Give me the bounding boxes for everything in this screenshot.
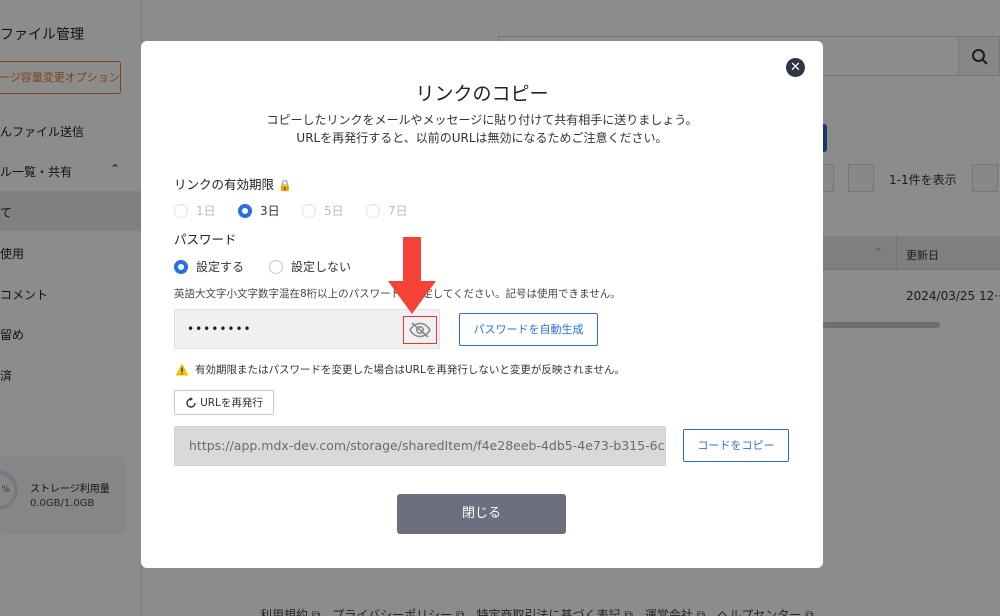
warning-message: 有効期限またはパスワードを変更した場合はURLを再発行しないと変更が反映されませ… bbox=[175, 362, 625, 377]
dialog-title: リンクのコピー bbox=[415, 83, 549, 105]
eye-off-icon bbox=[409, 322, 431, 338]
copy-code-button[interactable]: コードをコピー bbox=[683, 429, 789, 462]
password-label: パスワード bbox=[174, 232, 237, 247]
toggle-password-visibility-button[interactable] bbox=[403, 316, 437, 344]
password-value: •••••••• bbox=[187, 322, 252, 336]
expiry-label: リンクの有効期限 🔒 bbox=[174, 177, 292, 192]
dialog-description: コピーしたリンクをメールやメッセージに貼り付けて共有相手に送りましょう。 URL… bbox=[266, 113, 698, 145]
autogen-password-button[interactable]: パスワードを自動生成 bbox=[459, 313, 598, 346]
expiry-option-7day[interactable]: 7日 bbox=[366, 202, 408, 219]
link-copy-dialog: ✕ リンクのコピー コピーしたリンクをメールやメッセージに貼り付けて共有相手に送… bbox=[141, 41, 823, 568]
password-none-radio[interactable]: 設定しない bbox=[269, 258, 351, 275]
expiry-option-5day[interactable]: 5日 bbox=[302, 202, 344, 219]
close-dialog-button[interactable]: 閉じる bbox=[397, 494, 566, 534]
expiry-option-3day[interactable]: 3日 bbox=[238, 202, 280, 219]
lock-icon: 🔒 bbox=[278, 179, 292, 192]
password-set-radio[interactable]: 設定する bbox=[174, 258, 244, 275]
share-url-field[interactable]: https://app.mdx-dev.com/storage/sharedIt… bbox=[174, 426, 666, 466]
close-icon[interactable]: ✕ bbox=[786, 58, 805, 77]
annotation-arrow bbox=[388, 237, 436, 314]
reissue-url-button[interactable]: URLを再発行 bbox=[174, 390, 274, 415]
warning-icon bbox=[175, 363, 189, 376]
expiry-option-1day[interactable]: 1日 bbox=[174, 202, 216, 219]
refresh-icon bbox=[186, 396, 196, 408]
